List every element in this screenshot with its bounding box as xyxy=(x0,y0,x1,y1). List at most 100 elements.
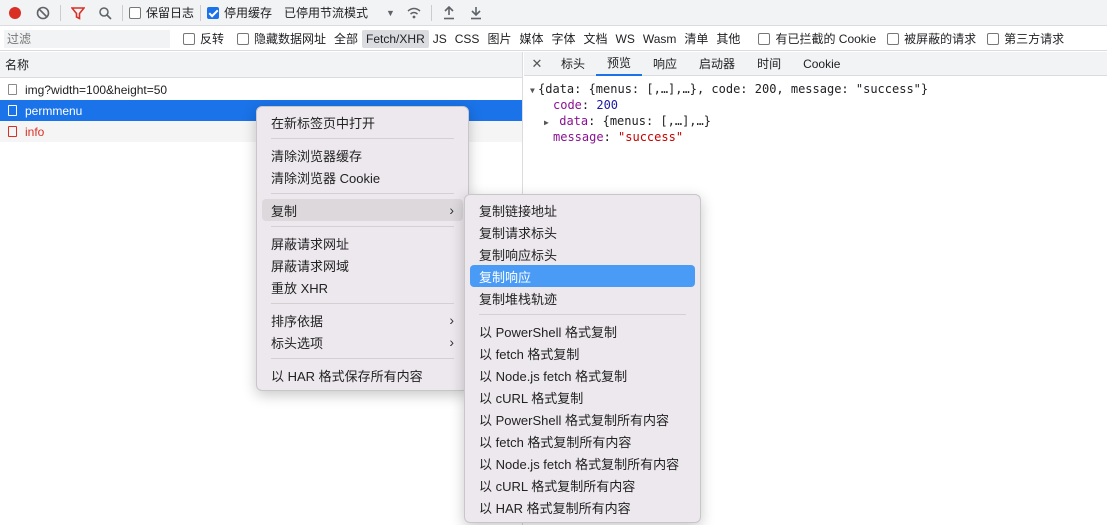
blocked-cookies-checkbox[interactable] xyxy=(758,32,771,45)
menu-item-clear-cookies[interactable]: 清除浏览器 Cookie xyxy=(262,166,463,188)
menu-item-label: 标头选项 xyxy=(271,335,324,351)
menu-item-clear-cache[interactable]: 清除浏览器缓存 xyxy=(262,144,463,166)
type-filter-fetch-xhr[interactable]: Fetch/XHR xyxy=(362,29,429,48)
filter-input[interactable] xyxy=(4,29,170,48)
type-filter-wasm[interactable]: Wasm xyxy=(639,30,681,48)
context-menu: 在新标签页中打开 清除浏览器缓存 清除浏览器 Cookie 复制 › 屏蔽请求网址… xyxy=(256,106,469,391)
third-party-checkbox[interactable] xyxy=(987,32,1000,45)
submenu-item-copy-link[interactable]: 复制链接地址 xyxy=(470,199,695,221)
submenu-item-label: 以 Node.js fetch 格式复制 xyxy=(479,368,628,384)
collapse-triangle-icon[interactable]: ▼ xyxy=(530,83,538,99)
submenu-item-copy-all-curl[interactable]: 以 cURL 格式复制所有内容 xyxy=(470,474,695,496)
preserve-log-checkbox[interactable] xyxy=(129,6,141,19)
record-icon[interactable] xyxy=(4,2,26,24)
submenu-item-copy-all-fetch[interactable]: 以 fetch 格式复制所有内容 xyxy=(470,430,695,452)
import-har-icon[interactable] xyxy=(438,2,460,24)
menu-separator xyxy=(271,226,454,227)
tab-timing[interactable]: 时间 xyxy=(746,52,792,76)
throttle-select[interactable]: 已停用节流模式 ▼ xyxy=(284,0,395,26)
network-toolbar: 保留日志 停用缓存 已停用节流模式 ▼ xyxy=(0,0,1107,26)
request-name: img?width=100&height=50 xyxy=(25,82,168,97)
submenu-item-label: 复制堆栈轨迹 xyxy=(479,291,558,307)
tab-response[interactable]: 响应 xyxy=(642,52,688,76)
submenu-item-copy-fetch[interactable]: 以 fetch 格式复制 xyxy=(470,342,695,364)
type-filter-media[interactable]: 媒体 xyxy=(515,30,547,48)
tab-preview[interactable]: 预览 xyxy=(596,52,643,76)
submenu-item-copy-all-har[interactable]: 以 HAR 格式复制所有内容 xyxy=(470,496,695,518)
invert-toggle[interactable]: 反转 xyxy=(183,26,224,52)
expand-triangle-icon[interactable]: ▶ xyxy=(544,115,552,131)
type-filter-img[interactable]: 图片 xyxy=(483,30,515,48)
file-icon xyxy=(8,105,17,116)
menu-item-block-url[interactable]: 屏蔽请求网址 xyxy=(262,232,463,254)
submenu-item-copy-nodejs-fetch[interactable]: 以 Node.js fetch 格式复制 xyxy=(470,364,695,386)
submenu-item-copy-all-nodejs-fetch[interactable]: 以 Node.js fetch 格式复制所有内容 xyxy=(470,452,695,474)
submenu-item-label: 以 fetch 格式复制 xyxy=(479,346,580,362)
type-filter-font[interactable]: 字体 xyxy=(547,30,579,48)
menu-item-label: 重放 XHR xyxy=(271,280,329,296)
menu-item-open-new-tab[interactable]: 在新标签页中打开 xyxy=(262,111,463,133)
hide-data-urls-checkbox[interactable] xyxy=(237,32,250,45)
disable-cache-label: 停用缓存 xyxy=(224,6,273,20)
json-root[interactable]: ▼ {data: {menus: [,…],…}, code: 200, mess… xyxy=(524,81,1107,97)
filter-bar: 反转 隐藏数据网址 全部 Fetch/XHR JS CSS 图片 媒体 字体 文… xyxy=(0,27,1107,51)
request-name: permmenu xyxy=(25,103,83,118)
tab-initiator[interactable]: 启动器 xyxy=(688,52,746,76)
type-filter-other[interactable]: 其他 xyxy=(712,30,744,48)
blocked-requests-toggle[interactable]: 被屏蔽的请求 xyxy=(887,26,976,52)
preserve-log-toggle[interactable]: 保留日志 xyxy=(129,0,194,26)
json-field-code: code: 200 xyxy=(553,98,619,112)
blocked-cookies-toggle[interactable]: 有已拦截的 Cookie xyxy=(758,26,876,52)
json-object-summary: {menus: [,…],…} xyxy=(602,114,711,128)
request-row[interactable]: img?width=100&height=50 xyxy=(0,79,522,100)
type-filter-js[interactable]: JS xyxy=(429,30,451,48)
hide-data-urls-toggle[interactable]: 隐藏数据网址 xyxy=(237,26,326,52)
type-filters: 全部 Fetch/XHR JS CSS 图片 媒体 字体 文档 WS Wasm … xyxy=(330,29,744,48)
json-field-message: message: "success" xyxy=(553,130,684,144)
tab-cookies[interactable]: Cookie xyxy=(792,52,851,76)
menu-item-label: 复制 xyxy=(271,203,298,219)
submenu-item-copy-curl[interactable]: 以 cURL 格式复制 xyxy=(470,386,695,408)
disable-cache-checkbox[interactable] xyxy=(207,6,220,19)
disable-cache-toggle[interactable]: 停用缓存 xyxy=(207,0,272,26)
file-icon xyxy=(8,126,17,137)
blocked-requests-checkbox[interactable] xyxy=(887,32,900,45)
json-key: message xyxy=(553,130,604,144)
json-key: data xyxy=(559,114,589,128)
export-har-icon[interactable] xyxy=(465,2,487,24)
filter-icon[interactable] xyxy=(67,2,89,24)
json-number: 200 xyxy=(596,98,619,112)
menu-item-header-options[interactable]: 标头选项 › xyxy=(262,331,463,353)
submenu-item-copy-response[interactable]: 复制响应 xyxy=(470,265,695,287)
request-name: info xyxy=(25,124,45,139)
submenu-item-copy-stack-trace[interactable]: 复制堆栈轨迹 xyxy=(470,287,695,309)
network-conditions-icon[interactable] xyxy=(403,2,425,24)
type-filter-doc[interactable]: 文档 xyxy=(579,30,611,48)
menu-item-save-har[interactable]: 以 HAR 格式保存所有内容 xyxy=(262,364,463,386)
type-filter-css[interactable]: CSS xyxy=(451,30,484,48)
menu-item-sort-by[interactable]: 排序依据 › xyxy=(262,309,463,331)
clear-icon[interactable] xyxy=(32,2,54,24)
invert-checkbox[interactable] xyxy=(183,32,195,45)
submenu-item-label: 以 cURL 格式复制所有内容 xyxy=(479,478,636,494)
submenu-item-copy-response-headers[interactable]: 复制响应标头 xyxy=(470,243,695,265)
menu-item-copy[interactable]: 复制 › xyxy=(262,199,463,221)
json-field-data[interactable]: ▶ data: {menus: [,…],…} xyxy=(524,113,1107,129)
blocked-cookies-label: 有已拦截的 Cookie xyxy=(775,32,877,46)
tab-headers[interactable]: 标头 xyxy=(550,52,596,76)
menu-item-block-domain[interactable]: 屏蔽请求网域 xyxy=(262,254,463,276)
search-icon[interactable] xyxy=(94,2,116,24)
type-filter-manifest[interactable]: 清单 xyxy=(680,30,712,48)
submenu-item-label: 以 PowerShell 格式复制 xyxy=(479,324,617,340)
submenu-item-copy-request-headers[interactable]: 复制请求标头 xyxy=(470,221,695,243)
type-filter-all[interactable]: 全部 xyxy=(330,30,362,48)
submenu-item-copy-all-powershell[interactable]: 以 PowerShell 格式复制所有内容 xyxy=(470,408,695,430)
third-party-toggle[interactable]: 第三方请求 xyxy=(987,26,1064,52)
name-column-header[interactable]: 名称 xyxy=(0,52,522,78)
submenu-item-copy-powershell[interactable]: 以 PowerShell 格式复制 xyxy=(470,320,695,342)
menu-item-replay-xhr[interactable]: 重放 XHR xyxy=(262,276,463,298)
menu-separator xyxy=(271,303,454,304)
chevron-right-icon: › xyxy=(449,334,454,350)
type-filter-ws[interactable]: WS xyxy=(612,30,639,48)
close-icon[interactable]: ✕ xyxy=(524,56,550,72)
